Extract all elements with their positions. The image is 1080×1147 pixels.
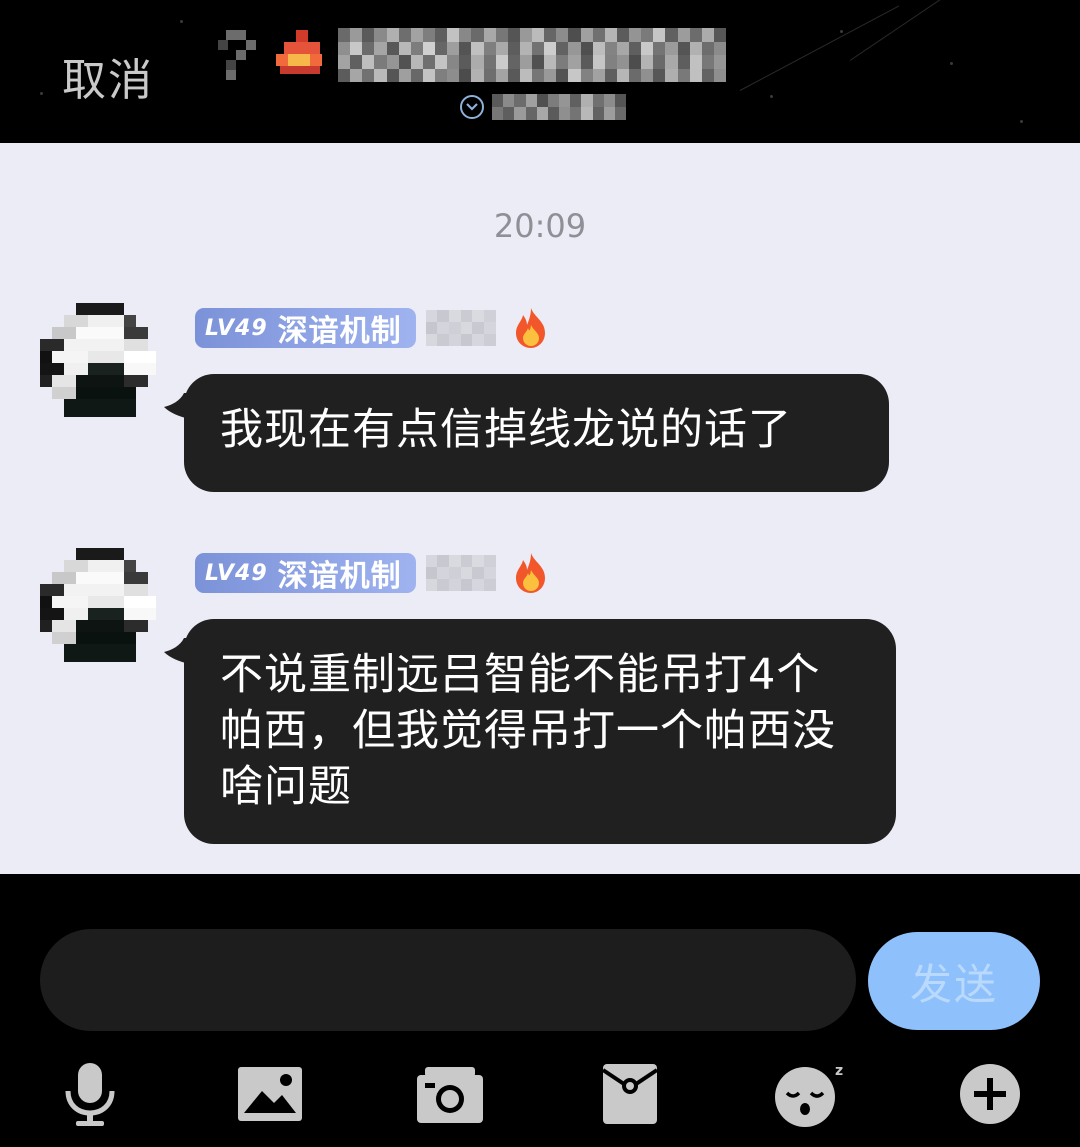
message-bubble[interactable]: 我现在有点信掉线龙说的话了 (184, 374, 889, 492)
badge-title: 深谙机制 (277, 559, 402, 594)
cancel-button[interactable]: 取消 (62, 44, 154, 108)
sender-row: LV49 深谙机制 (195, 307, 554, 349)
chat-subtitle-blurred (492, 94, 626, 120)
camera-icon[interactable] (410, 1054, 490, 1134)
sleepy-emoji-icon[interactable]: z (770, 1054, 850, 1134)
send-label: 发送 (909, 960, 998, 1008)
sender-name-blurred (425, 310, 496, 346)
red-packet-icon[interactable] (590, 1054, 670, 1134)
send-button[interactable]: 发送 (868, 932, 1040, 1030)
level-badge: LV49 深谙机制 (195, 553, 416, 594)
subtitle-row[interactable] (460, 92, 626, 122)
chevron-down-icon[interactable] (460, 95, 484, 119)
chat-area[interactable]: 20:09 LV49 深谙机制 我现在有点信掉线龙说的话了 LV49 深谙机制 … (0, 143, 1080, 874)
fire-icon (515, 553, 545, 593)
chat-title-blurred (338, 28, 726, 82)
hot-icon (276, 30, 330, 76)
avatar[interactable] (40, 303, 156, 419)
level-label: LV49 (205, 315, 268, 341)
message-item: LV49 深谙机制 不说重制远吕智能不能吊打4个帕西，但我觉得吊打一个帕西没啥问… (0, 548, 1080, 848)
badge-title: 深谙机制 (277, 314, 402, 349)
level-badge: LV49 深谙机制 (195, 308, 416, 349)
input-area: 发送 z (0, 874, 1080, 1147)
message-text: 不说重制远吕智能不能吊打4个帕西，但我觉得吊打一个帕西没啥问题 (220, 650, 836, 812)
sender-name-blurred (425, 555, 496, 591)
message-input[interactable] (40, 929, 856, 1031)
message-item: LV49 深谙机制 我现在有点信掉线龙说的话了 (0, 303, 1080, 503)
message-bubble[interactable]: 不说重制远吕智能不能吊打4个帕西，但我觉得吊打一个帕西没啥问题 (184, 619, 896, 844)
fire-icon (515, 308, 545, 348)
avatar[interactable] (40, 548, 156, 664)
microphone-icon[interactable] (50, 1054, 130, 1134)
header-bar: 取消 (0, 0, 1080, 143)
message-text: 我现在有点信掉线龙说的话了 (220, 405, 792, 455)
sender-row: LV49 深谙机制 (195, 552, 554, 594)
svg-text:z: z (835, 1063, 843, 1079)
message-timestamp: 20:09 (493, 207, 587, 245)
level-label: LV49 (205, 560, 268, 586)
image-icon[interactable] (230, 1054, 310, 1134)
group-icon (218, 30, 258, 80)
plus-icon[interactable] (950, 1054, 1030, 1134)
